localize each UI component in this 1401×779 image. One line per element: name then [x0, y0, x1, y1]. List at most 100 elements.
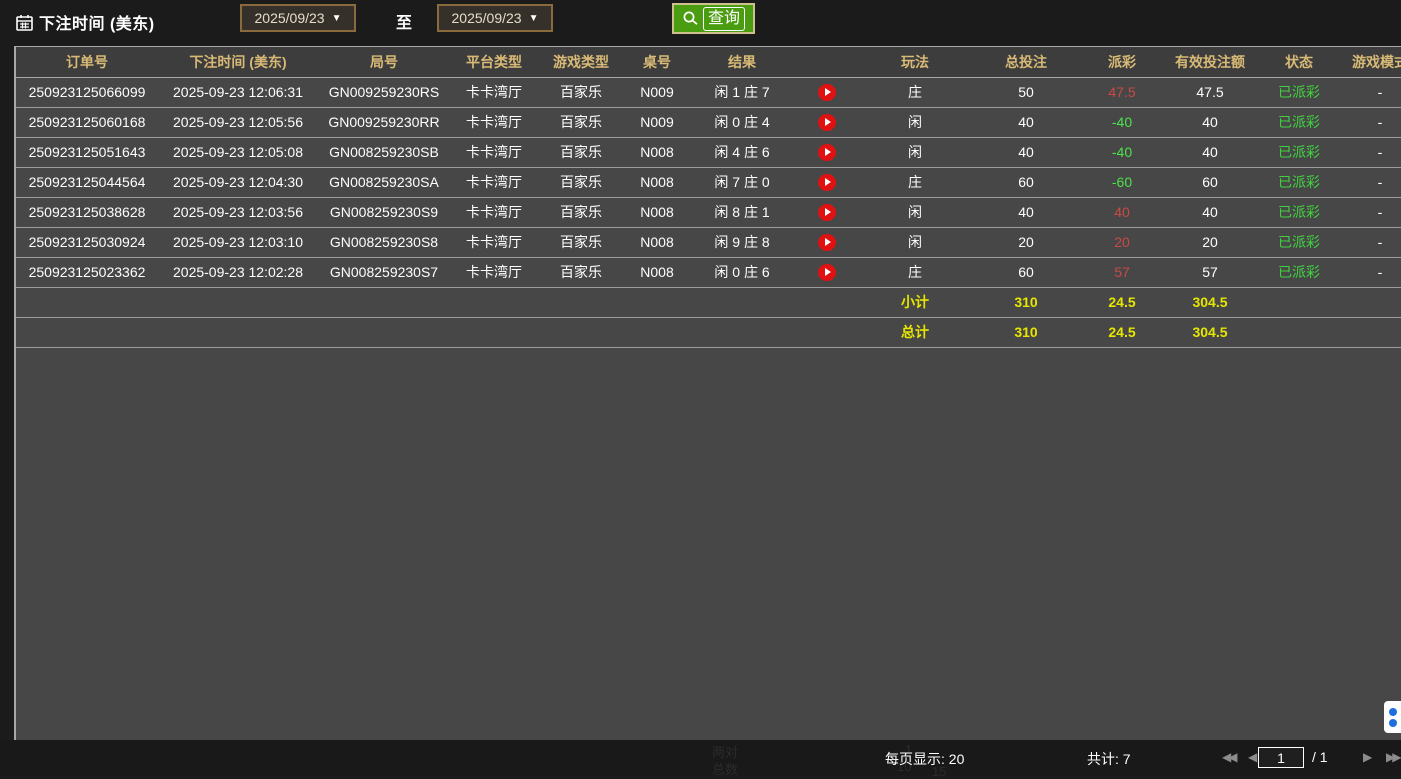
empty-cell	[1258, 287, 1340, 317]
chevron-down-icon: ▼	[332, 13, 342, 24]
header-total-bet: 总投注	[970, 47, 1082, 77]
date-to-picker[interactable]: 2025/09/23 ▼	[437, 4, 553, 32]
cell-order-id: 250923125030924	[16, 227, 158, 257]
cell-payout: -60	[1082, 167, 1162, 197]
next-page-icon[interactable]: ▶	[1363, 750, 1369, 764]
table-row: 2509231250386282025-09-23 12:03:56GN0082…	[16, 197, 1401, 227]
cell-platform: 卡卡湾厅	[450, 257, 538, 287]
cell-result: 闲 0 庄 4	[690, 107, 794, 137]
bet-history-table: 订单号 下注时间 (美东) 局号 平台类型 游戏类型 桌号 结果 玩法 总投注 …	[14, 46, 1401, 740]
replay-play-icon[interactable]	[818, 84, 836, 101]
date-to-value: 2025/09/23	[452, 10, 522, 26]
empty-cell	[1258, 317, 1340, 347]
cell-total-bet: 20	[970, 227, 1082, 257]
date-from-value: 2025/09/23	[255, 10, 325, 26]
cell-valid-bet: 47.5	[1162, 77, 1258, 107]
cell-order-id: 250923125038628	[16, 197, 158, 227]
cell-game-mode: -	[1340, 257, 1401, 287]
cell-play: 庄	[860, 77, 970, 107]
cell-bet-time: 2025-09-23 12:03:56	[158, 197, 318, 227]
cell-round-id: GN009259230RS	[318, 77, 450, 107]
cell-valid-bet: 40	[1162, 137, 1258, 167]
cell-game-type: 百家乐	[538, 107, 624, 137]
cell-table-no: N008	[624, 137, 690, 167]
play-triangle-icon	[825, 88, 831, 96]
cell-order-id: 250923125044564	[16, 167, 158, 197]
header-bet-time: 下注时间 (美东)	[158, 47, 318, 77]
cell-bet-time: 2025-09-23 12:04:30	[158, 167, 318, 197]
empty-cell	[1340, 317, 1401, 347]
floating-widget-icon[interactable]	[1384, 701, 1401, 733]
first-page-icon[interactable]: ◀◀	[1222, 750, 1234, 764]
cell-total-bet: 40	[970, 197, 1082, 227]
replay-cell	[794, 197, 860, 227]
play-triangle-icon	[825, 118, 831, 126]
table-row: 2509231250445642025-09-23 12:04:30GN0082…	[16, 167, 1401, 197]
play-triangle-icon	[825, 148, 831, 156]
cell-play: 闲	[860, 197, 970, 227]
search-icon	[682, 10, 699, 27]
replay-play-icon[interactable]	[818, 234, 836, 251]
cell-game-mode: -	[1340, 77, 1401, 107]
replay-play-icon[interactable]	[818, 264, 836, 281]
cell-platform: 卡卡湾厅	[450, 137, 538, 167]
cell-valid-bet: 40	[1162, 107, 1258, 137]
replay-play-icon[interactable]	[818, 114, 836, 131]
play-triangle-icon	[825, 208, 831, 216]
cell-result: 闲 9 庄 8	[690, 227, 794, 257]
header-order-id: 订单号	[16, 47, 158, 77]
cell-status: 已派彩	[1258, 77, 1340, 107]
cell-payout: -40	[1082, 137, 1162, 167]
replay-cell	[794, 137, 860, 167]
header-table-no: 桌号	[624, 47, 690, 77]
empty-cell	[16, 287, 860, 317]
subtotal-label: 小计	[860, 287, 970, 317]
cell-valid-bet: 304.5	[1162, 317, 1258, 347]
cell-platform: 卡卡湾厅	[450, 107, 538, 137]
prev-page-icon[interactable]: ◀	[1248, 750, 1254, 764]
last-page-icon[interactable]: ▶▶	[1386, 750, 1398, 764]
header-status: 状态	[1258, 47, 1340, 77]
table-row: 2509231250660992025-09-23 12:06:31GN0092…	[16, 77, 1401, 107]
cell-total-bet: 60	[970, 167, 1082, 197]
cell-status: 已派彩	[1258, 227, 1340, 257]
header-payout: 派彩	[1082, 47, 1162, 77]
header-play: 玩法	[860, 47, 970, 77]
cell-valid-bet: 20	[1162, 227, 1258, 257]
cell-bet-time: 2025-09-23 12:05:56	[158, 107, 318, 137]
cell-valid-bet: 304.5	[1162, 287, 1258, 317]
table-row: 2509231250516432025-09-23 12:05:08GN0082…	[16, 137, 1401, 167]
cell-status: 已派彩	[1258, 167, 1340, 197]
cell-payout: 24.5	[1082, 317, 1162, 347]
cell-status: 已派彩	[1258, 257, 1340, 287]
replay-play-icon[interactable]	[818, 204, 836, 221]
cell-game-mode: -	[1340, 227, 1401, 257]
replay-cell	[794, 107, 860, 137]
cell-table-no: N009	[624, 77, 690, 107]
search-button[interactable]: 查询	[672, 3, 755, 34]
cell-game-mode: -	[1340, 197, 1401, 227]
cell-status: 已派彩	[1258, 197, 1340, 227]
cell-table-no: N008	[624, 197, 690, 227]
cell-payout: 57	[1082, 257, 1162, 287]
cell-result: 闲 8 庄 1	[690, 197, 794, 227]
cell-round-id: GN008259230S7	[318, 257, 450, 287]
page-size-label: 每页显示: 20	[885, 749, 964, 769]
replay-play-icon[interactable]	[818, 174, 836, 191]
cell-platform: 卡卡湾厅	[450, 167, 538, 197]
cell-result: 闲 1 庄 7	[690, 77, 794, 107]
date-from-picker[interactable]: 2025/09/23 ▼	[240, 4, 356, 32]
cell-total-bet: 50	[970, 77, 1082, 107]
cell-bet-time: 2025-09-23 12:05:08	[158, 137, 318, 167]
cell-total-bet: 60	[970, 257, 1082, 287]
cell-order-id: 250923125066099	[16, 77, 158, 107]
cell-payout: 40	[1082, 197, 1162, 227]
page-number-input[interactable]	[1258, 747, 1304, 768]
cell-game-type: 百家乐	[538, 227, 624, 257]
cell-payout: -40	[1082, 107, 1162, 137]
page-total-label: / 1	[1312, 749, 1328, 765]
replay-play-icon[interactable]	[818, 144, 836, 161]
ghost-text: 总数	[712, 759, 738, 778]
cell-order-id: 250923125060168	[16, 107, 158, 137]
cell-status: 已派彩	[1258, 107, 1340, 137]
